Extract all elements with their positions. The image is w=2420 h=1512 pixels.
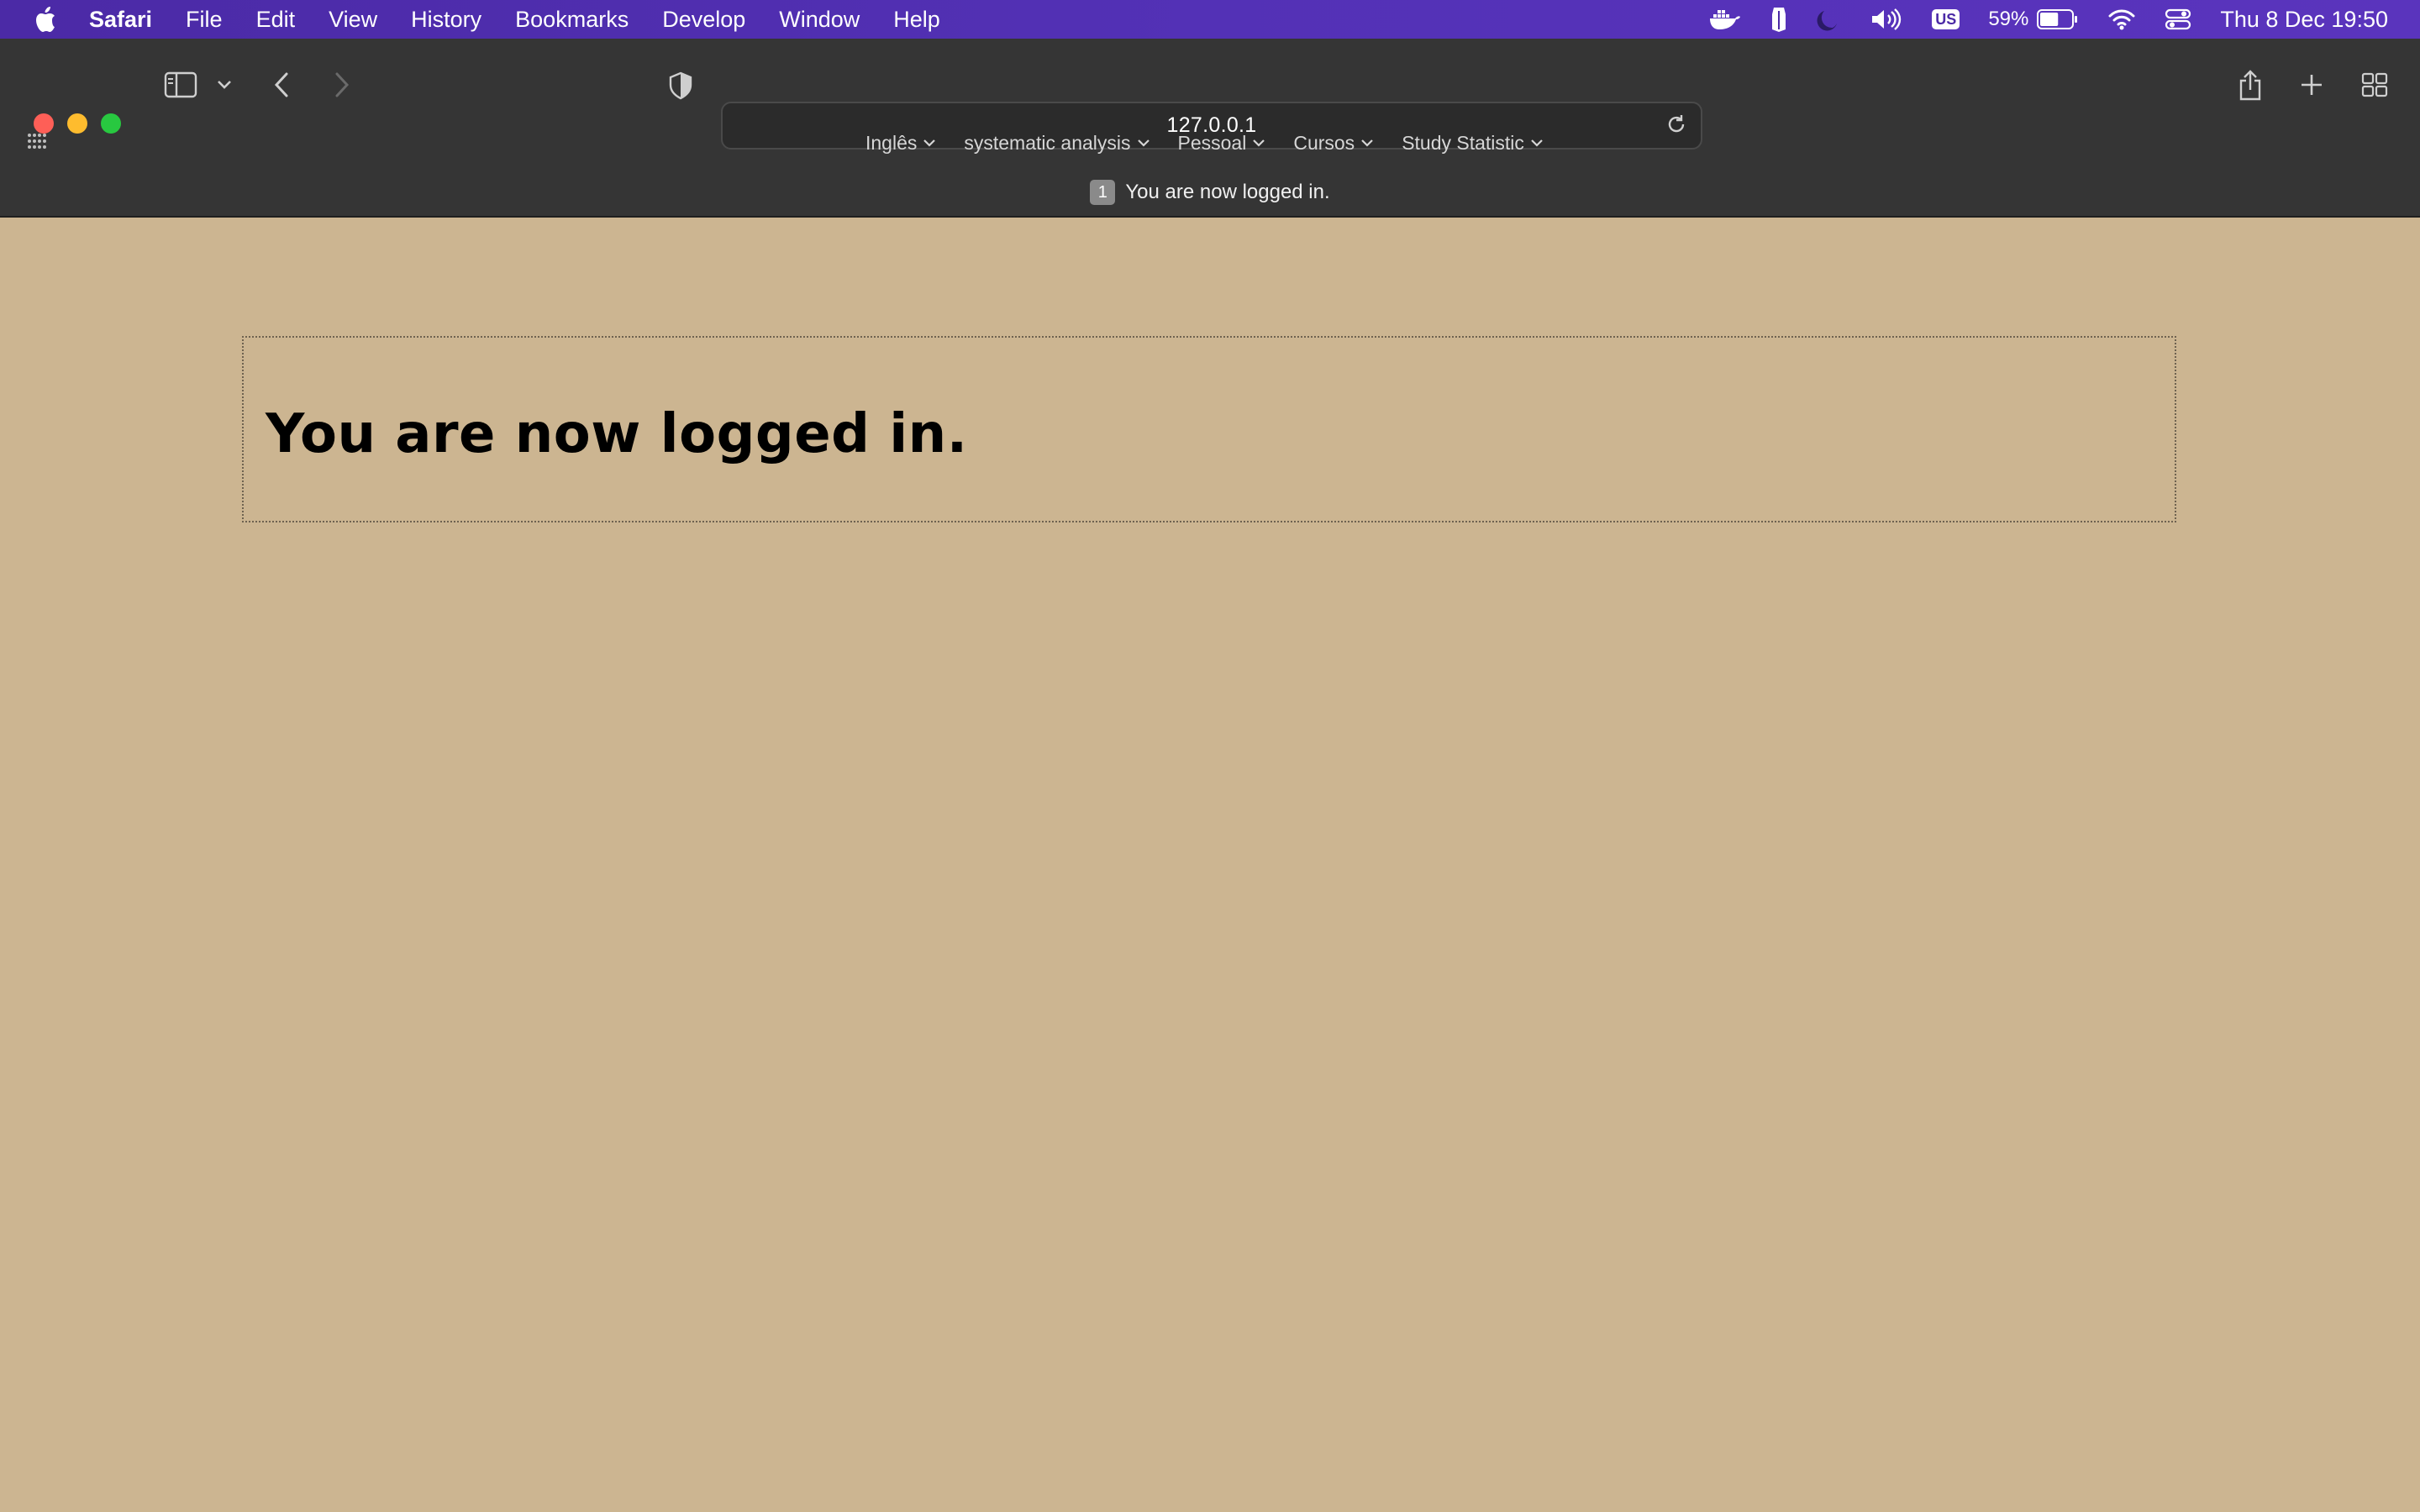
favorite-label: Pessoal — [1177, 131, 1247, 154]
battery-indicator[interactable]: 59% — [1988, 8, 2079, 31]
menu-help[interactable]: Help — [876, 0, 957, 39]
chevron-down-icon — [1253, 139, 1265, 147]
new-tab-icon[interactable] — [2297, 71, 2326, 99]
keyboard-layout-label: US — [1932, 9, 1960, 29]
tab-bar: 1 You are now logged in. — [0, 178, 2420, 207]
browser-toolbar: 127.0.0.1 Inglês systematic analysis Pes… — [0, 39, 2420, 218]
chevron-down-icon — [1531, 139, 1543, 147]
keyboard-layout-icon[interactable]: US — [1932, 9, 1960, 29]
menu-bar: Safari File Edit View History Bookmarks … — [0, 0, 2420, 39]
menu-edit[interactable]: Edit — [239, 0, 313, 39]
favorite-folder[interactable]: Study Statistic — [1402, 132, 1543, 155]
back-icon[interactable] — [269, 71, 294, 99]
shield-icon[interactable] — [666, 71, 696, 101]
control-center-icon[interactable] — [2165, 8, 2191, 31]
tab-title: You are now logged in. — [1125, 181, 1330, 203]
menu-develop[interactable]: Develop — [645, 0, 762, 39]
forward-icon[interactable] — [329, 71, 355, 99]
share-icon[interactable] — [2235, 69, 2265, 102]
menu-view[interactable]: View — [312, 0, 394, 39]
tab-active[interactable]: 1 You are now logged in. — [1090, 180, 1330, 205]
favorite-folder[interactable]: systematic analysis — [964, 131, 1150, 155]
message-box: You are now logged in. — [242, 336, 2176, 522]
favorite-label: Inglês — [865, 131, 918, 154]
menu-app-safari[interactable]: Safari — [72, 0, 169, 39]
tab-count-badge: 1 — [1090, 180, 1116, 205]
chevron-down-icon — [923, 139, 936, 147]
chevron-down-icon[interactable] — [215, 76, 234, 94]
favorite-label: Study Statistic — [1402, 131, 1524, 154]
gpu-icon[interactable] — [1770, 6, 1787, 33]
favorites-grid-icon[interactable] — [27, 133, 49, 155]
volume-icon[interactable] — [1870, 8, 1903, 31]
menu-bookmarks[interactable]: Bookmarks — [498, 0, 645, 39]
battery-icon — [2037, 9, 2078, 29]
favorites-list: Inglês systematic analysis Pessoal Curso… — [865, 126, 1571, 160]
page-heading: You are now logged in. — [266, 403, 968, 465]
chevron-down-icon — [1361, 139, 1373, 147]
menu-window[interactable]: Window — [762, 0, 876, 39]
favorite-label: Cursos — [1293, 131, 1355, 154]
chevron-down-icon — [1137, 139, 1150, 147]
status-area: US 59% Thu 8 Dec 19:50 — [1708, 0, 2420, 39]
favorite-folder[interactable]: Cursos — [1293, 132, 1373, 155]
sidebar-icon[interactable] — [163, 71, 198, 99]
apple-icon[interactable] — [32, 5, 57, 34]
favorites-bar: Inglês systematic analysis Pessoal Curso… — [0, 126, 2420, 160]
wifi-icon[interactable] — [2107, 8, 2136, 30]
battery-percent: 59% — [1988, 8, 2029, 30]
docker-icon[interactable] — [1708, 8, 1742, 31]
menu-history[interactable]: History — [394, 0, 498, 39]
clock[interactable]: Thu 8 Dec 19:50 — [2220, 7, 2388, 33]
moon-icon[interactable] — [1816, 7, 1841, 32]
menu-file[interactable]: File — [169, 0, 239, 39]
favorite-label: systematic analysis — [964, 131, 1131, 154]
favorite-folder[interactable]: Inglês — [865, 131, 936, 155]
favorite-folder[interactable]: Pessoal — [1178, 132, 1265, 155]
tab-overview-icon[interactable] — [2360, 71, 2390, 99]
